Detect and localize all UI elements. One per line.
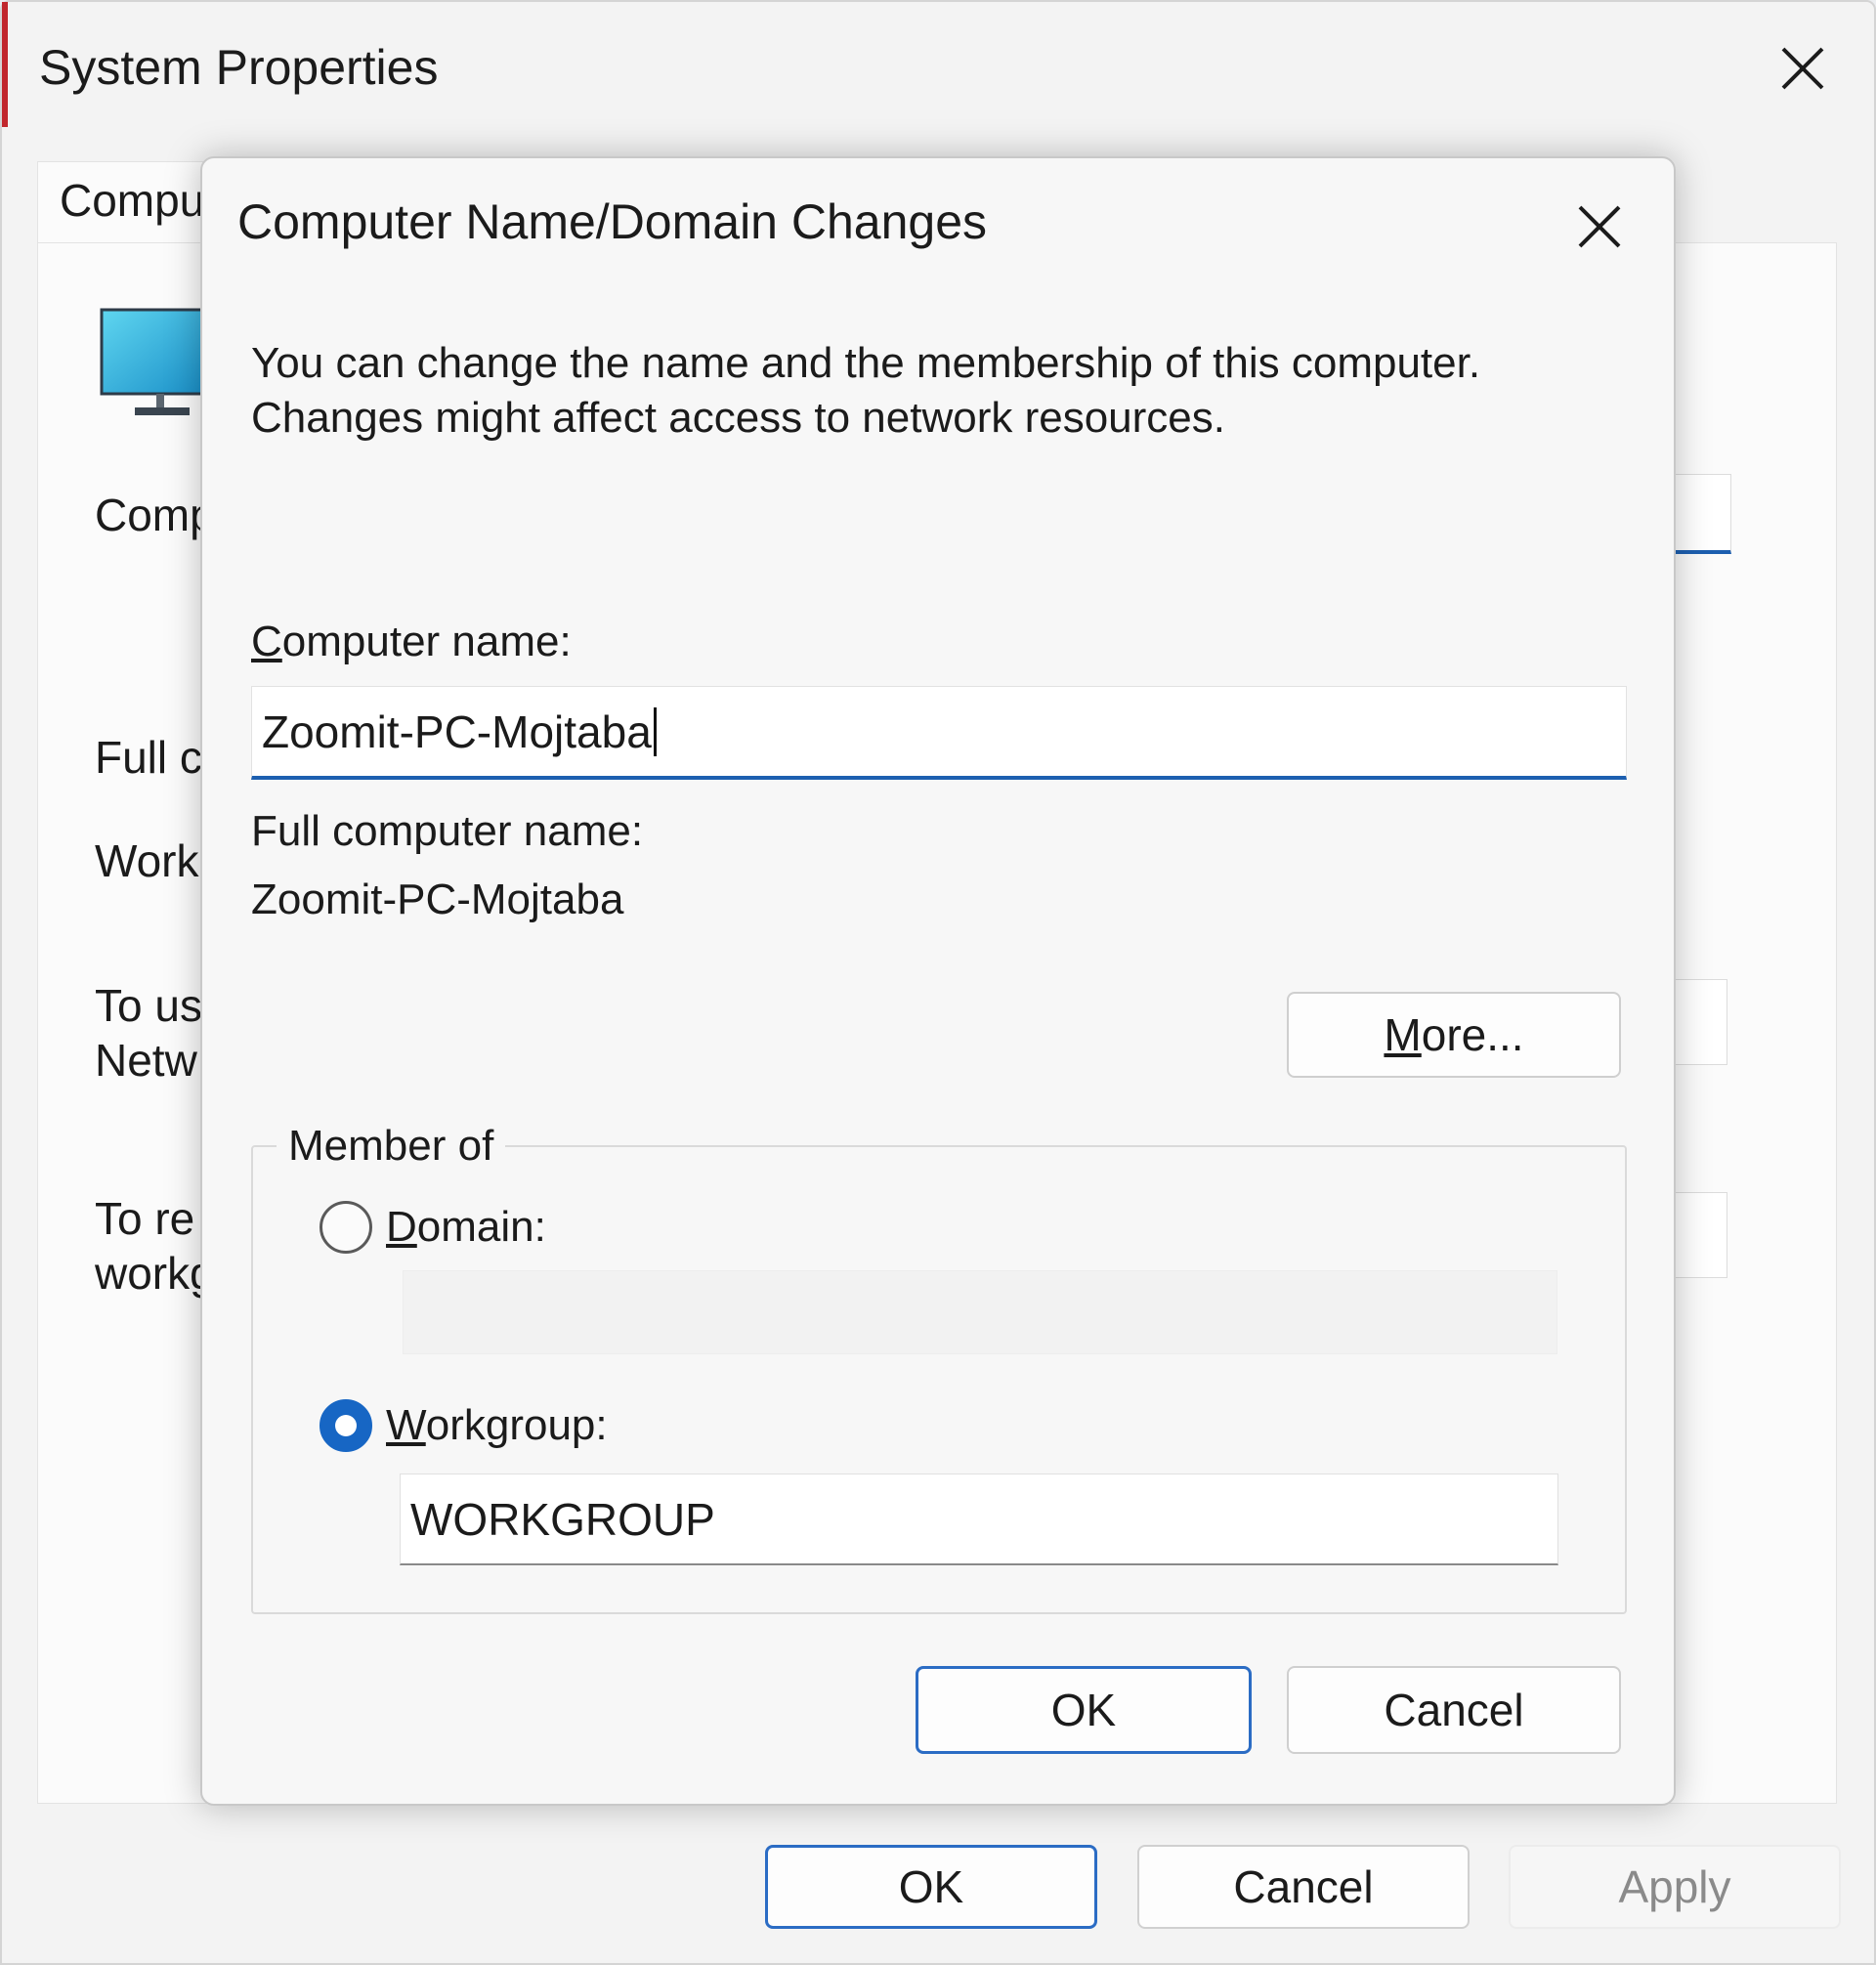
partial-text-to-use-line1: To us xyxy=(95,980,202,1031)
domain-label-accesskey: D xyxy=(386,1203,417,1251)
dialog-cancel-button[interactable]: Cancel xyxy=(1287,1666,1621,1754)
partial-text-to-rename-line2: workg xyxy=(95,1248,215,1299)
dialog-close-button[interactable] xyxy=(1551,188,1648,266)
system-properties-close-button[interactable] xyxy=(1761,35,1845,102)
more-button[interactable]: More... xyxy=(1287,992,1621,1078)
partial-text-computer-description: Comp xyxy=(95,490,215,540)
computer-name-input[interactable]: Zoomit-PC-Mojtaba xyxy=(251,686,1627,780)
computer-name-input-value: Zoomit-PC-Mojtaba xyxy=(262,705,652,757)
dialog-title: Computer Name/Domain Changes xyxy=(237,194,988,249)
domain-input[interactable] xyxy=(403,1270,1557,1354)
partial-text-full-computer-name: Full c xyxy=(95,732,202,783)
window-accent-strip xyxy=(2,2,8,127)
computer-name-label-accesskey: C xyxy=(251,618,282,665)
full-computer-name-value: Zoomit-PC-Mojtaba xyxy=(251,876,624,923)
workgroup-label[interactable]: Workgroup: xyxy=(386,1401,608,1450)
full-computer-name-label: Full computer name: xyxy=(251,807,644,855)
domain-radio[interactable] xyxy=(320,1201,372,1254)
member-of-label: Member of xyxy=(277,1122,506,1171)
description-line-2: Changes might affect access to network r… xyxy=(251,394,1226,442)
partial-text-to-rename-line1: To re xyxy=(95,1193,195,1244)
computer-name-label: Computer name: xyxy=(251,618,572,666)
close-icon xyxy=(1781,47,1824,90)
workgroup-input-value: WORKGROUP xyxy=(410,1493,715,1545)
computer-name-domain-changes-dialog: Computer Name/Domain Changes You can cha… xyxy=(200,156,1676,1806)
system-properties-ok-button[interactable]: OK xyxy=(765,1845,1097,1929)
workgroup-label-accesskey: W xyxy=(386,1401,426,1449)
tab-computer-name-label: Compu xyxy=(60,175,205,226)
workgroup-radio[interactable] xyxy=(320,1399,372,1452)
computer-name-label-text: omputer name: xyxy=(281,618,572,665)
close-icon xyxy=(1578,205,1621,248)
partial-text-to-use-line2: Netw xyxy=(95,1035,197,1086)
domain-label[interactable]: Domain: xyxy=(386,1203,546,1252)
dialog-description: You can change the name and the membersh… xyxy=(251,336,1480,446)
monitor-icon xyxy=(100,308,207,425)
more-button-text: ore... xyxy=(1421,1009,1524,1060)
more-button-accesskey: M xyxy=(1384,1009,1422,1060)
domain-label-text: omain: xyxy=(416,1203,546,1251)
description-line-1: You can change the name and the membersh… xyxy=(251,339,1481,387)
system-properties-apply-button[interactable]: Apply xyxy=(1509,1845,1841,1929)
workgroup-input[interactable]: WORKGROUP xyxy=(400,1474,1558,1565)
dialog-ok-button[interactable]: OK xyxy=(916,1666,1252,1754)
system-properties-title: System Properties xyxy=(39,40,439,95)
workgroup-label-text: orkgroup: xyxy=(425,1401,608,1449)
system-properties-cancel-button[interactable]: Cancel xyxy=(1137,1845,1470,1929)
text-caret xyxy=(653,706,657,756)
partial-text-workgroup: Work xyxy=(95,835,199,886)
tab-computer-name[interactable]: Compu xyxy=(37,161,213,244)
